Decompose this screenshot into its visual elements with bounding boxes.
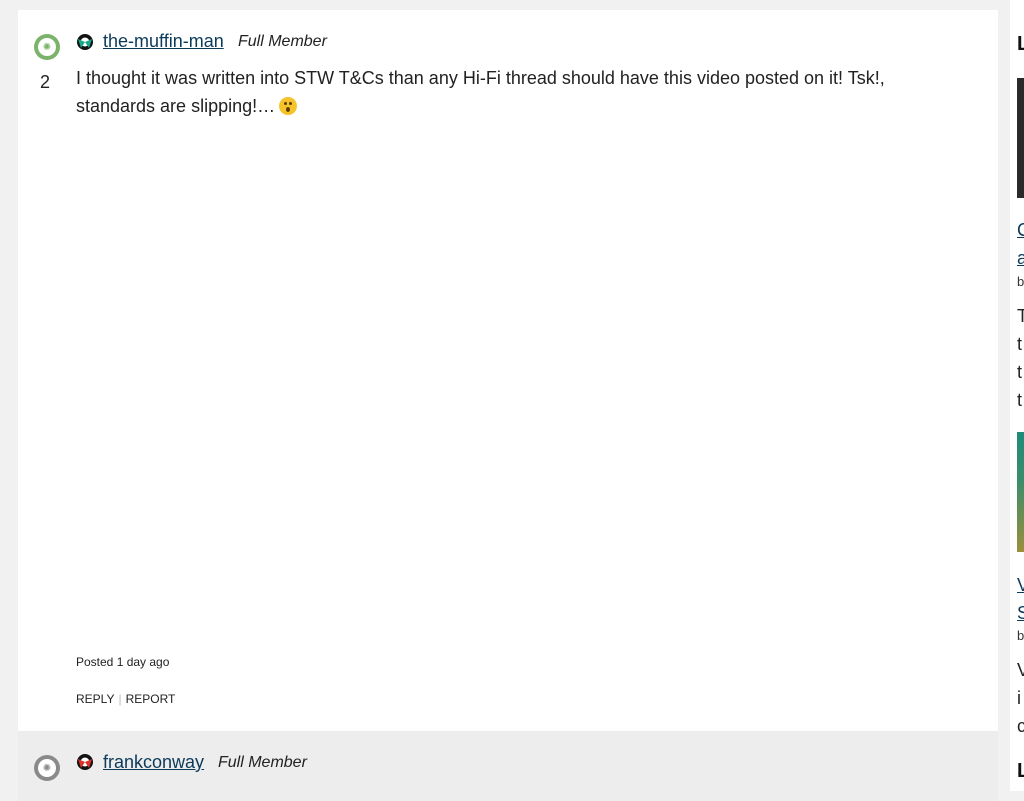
report-button[interactable]: REPORT xyxy=(126,692,176,706)
post-body: I thought it was written into STW T&Cs t… xyxy=(76,64,936,120)
article-thumbnail[interactable] xyxy=(1017,432,1024,552)
post-card: ✺ the-muffin-man Full Member 2 I thought… xyxy=(18,10,998,731)
avatar-logo-icon: ✺ xyxy=(38,38,56,56)
member-role: Full Member xyxy=(218,754,307,771)
article-link[interactable]: C xyxy=(1017,220,1024,241)
sidebar-heading: L xyxy=(1017,33,1024,55)
sidebar: L C a b T t t t V S b V i c L xyxy=(1010,0,1024,791)
article-thumbnail[interactable] xyxy=(1017,78,1024,198)
article-link[interactable]: S xyxy=(1017,603,1024,624)
article-byline: b xyxy=(1017,628,1024,643)
article-excerpt: T xyxy=(1017,306,1024,326)
article-excerpt: t xyxy=(1017,390,1023,410)
article-link[interactable]: V xyxy=(1017,575,1024,596)
post-username-link[interactable]: the-muffin-man xyxy=(103,31,224,52)
article-excerpt: t xyxy=(1017,362,1023,382)
member-badge-icon xyxy=(77,754,93,770)
member-badge-icon xyxy=(77,34,93,50)
sidebar-heading: L xyxy=(1017,760,1024,782)
post-actions: REPLY | REPORT xyxy=(76,692,175,706)
user-avatar[interactable]: ✺ xyxy=(34,755,60,781)
post-username-link[interactable]: frankconway xyxy=(103,752,204,773)
article-excerpt: V xyxy=(1017,660,1024,680)
action-divider: | xyxy=(118,692,122,706)
article-excerpt: c xyxy=(1017,716,1024,736)
post-count: 2 xyxy=(40,72,51,92)
user-avatar[interactable]: ✺ xyxy=(34,34,60,60)
member-role: Full Member xyxy=(238,33,327,50)
article-excerpt: i xyxy=(1017,688,1021,708)
article-byline: b xyxy=(1017,274,1024,289)
article-link[interactable]: a xyxy=(1017,248,1024,269)
post-body-line2: standards are slipping!… xyxy=(76,96,276,116)
post-timestamp: Posted 1 day ago xyxy=(76,655,170,669)
post-body-line1: I thought it was written into STW T&Cs t… xyxy=(76,68,885,88)
article-excerpt: t xyxy=(1017,334,1023,354)
reply-button[interactable]: REPLY xyxy=(76,692,114,706)
smiling-face-icon xyxy=(279,97,298,115)
avatar-logo-icon: ✺ xyxy=(38,759,56,777)
